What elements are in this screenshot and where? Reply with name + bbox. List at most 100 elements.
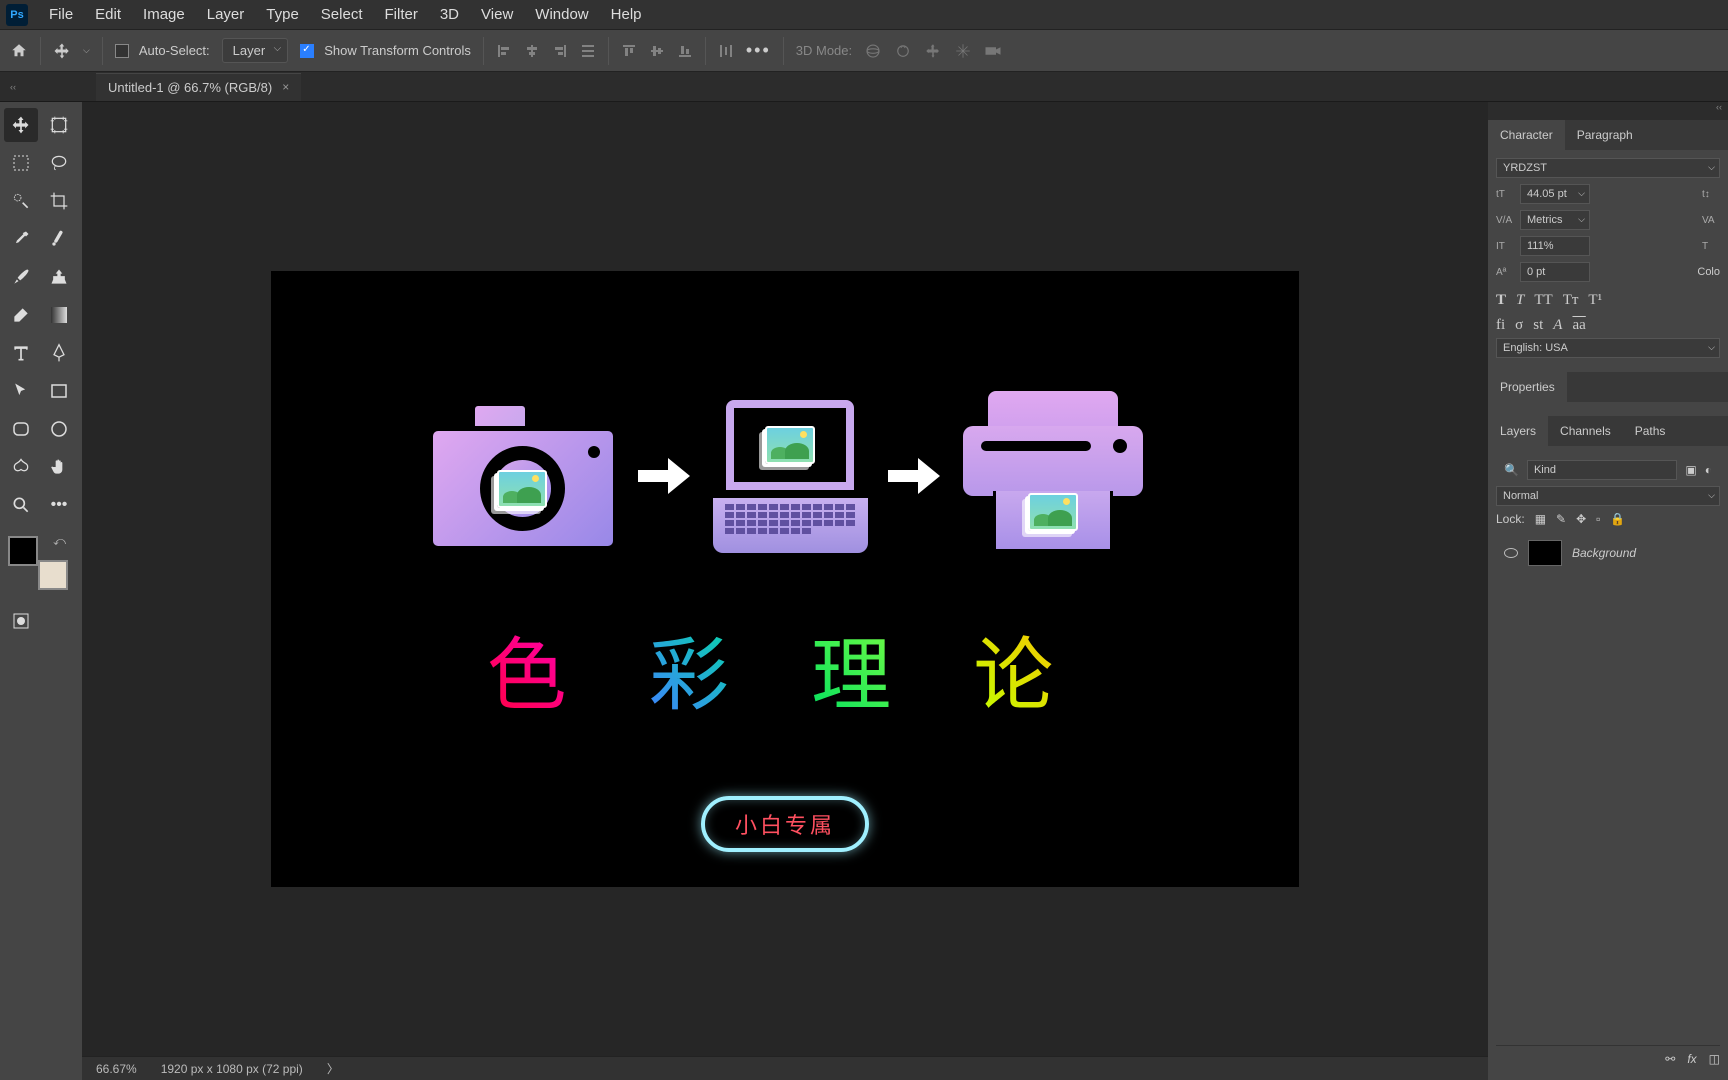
superscript-button[interactable]: T¹ <box>1588 292 1602 309</box>
ligatures-button[interactable]: fi <box>1496 317 1505 334</box>
align-bottom-edges-icon[interactable] <box>677 43 693 59</box>
font-family-select[interactable]: YRDZST <box>1496 158 1720 178</box>
menu-layer[interactable]: Layer <box>196 0 256 29</box>
zoom-level[interactable]: 66.67% <box>96 1062 137 1076</box>
status-chevron-icon[interactable]: 〉 <box>327 1060 339 1077</box>
lock-paint-icon[interactable]: ✎ <box>1556 512 1566 526</box>
color-swatches[interactable]: ⤺ <box>8 536 74 590</box>
menu-3d[interactable]: 3D <box>429 0 470 29</box>
custom-shape-tool[interactable] <box>4 450 38 484</box>
ellipse-tool[interactable] <box>42 412 76 446</box>
language-select[interactable]: English: USA <box>1496 338 1720 358</box>
font-size-input[interactable]: 44.05 pt <box>1520 184 1590 204</box>
swap-colors-icon[interactable]: ⤺ <box>53 534 66 549</box>
auto-select-checkbox[interactable] <box>115 44 129 58</box>
document-tab[interactable]: Untitled-1 @ 66.7% (RGB/8) × <box>96 73 301 101</box>
layer-name[interactable]: Background <box>1572 546 1636 560</box>
layer-fx-icon[interactable]: fx <box>1687 1052 1696 1066</box>
collapse-panels-icon[interactable]: ‹‹ <box>1488 102 1728 120</box>
baseline-input[interactable]: 0 pt <box>1520 262 1590 282</box>
stylistic-button[interactable]: st <box>1533 317 1543 334</box>
blend-mode-select[interactable]: Normal <box>1496 486 1720 506</box>
menu-edit[interactable]: Edit <box>84 0 132 29</box>
path-select-tool[interactable] <box>4 374 38 408</box>
foreground-color[interactable] <box>8 536 38 566</box>
filter-adjust-icon[interactable]: ◐ <box>1705 463 1712 477</box>
distribute-vertical-icon[interactable] <box>718 43 734 59</box>
eyedropper-tool[interactable] <box>4 222 38 256</box>
menu-filter[interactable]: Filter <box>374 0 429 29</box>
quick-mask-tool[interactable] <box>4 604 38 638</box>
chevron-down-icon[interactable]: ⌵ <box>83 45 90 56</box>
rectangle-tool[interactable] <box>42 374 76 408</box>
home-icon[interactable] <box>10 42 28 60</box>
align-horizontal-center-icon[interactable] <box>524 43 540 59</box>
menu-file[interactable]: File <box>38 0 84 29</box>
lock-artboard-icon[interactable]: ▫ <box>1596 512 1600 526</box>
artboard-tool[interactable] <box>42 108 76 142</box>
camera-3d-icon[interactable] <box>984 44 1002 58</box>
gradient-tool[interactable] <box>42 298 76 332</box>
italic-button[interactable]: T <box>1516 292 1524 309</box>
menu-type[interactable]: Type <box>255 0 310 29</box>
canvas[interactable]: 色 彩 理 论 小白专属 <box>271 271 1299 887</box>
lasso-tool[interactable] <box>42 146 76 180</box>
zoom-tool[interactable] <box>4 488 38 522</box>
fractions-button[interactable]: aa <box>1572 317 1585 334</box>
clone-stamp-tool[interactable] <box>42 260 76 294</box>
layer-select[interactable]: Layer <box>222 38 289 63</box>
marquee-tool[interactable] <box>4 146 38 180</box>
filter-search-icon[interactable]: 🔍 <box>1504 463 1519 477</box>
show-transform-checkbox[interactable] <box>300 44 314 58</box>
doc-dimensions[interactable]: 1920 px x 1080 px (72 ppi) <box>161 1062 303 1076</box>
align-right-edges-icon[interactable] <box>552 43 568 59</box>
rounded-rectangle-tool[interactable] <box>4 412 38 446</box>
link-layers-icon[interactable]: ⚯ <box>1665 1052 1675 1066</box>
healing-brush-tool[interactable] <box>42 222 76 256</box>
smallcaps-button[interactable]: Tᴛ <box>1563 292 1579 309</box>
visibility-eye-icon[interactable] <box>1504 548 1518 558</box>
menu-help[interactable]: Help <box>600 0 653 29</box>
kerning-select[interactable]: Metrics <box>1520 210 1590 230</box>
allcaps-button[interactable]: TT <box>1534 292 1552 309</box>
lock-pixels-icon[interactable]: ▦ <box>1535 512 1546 526</box>
menu-select[interactable]: Select <box>310 0 374 29</box>
orbit-3d-icon[interactable] <box>864 42 882 60</box>
tab-paths[interactable]: Paths <box>1623 416 1678 446</box>
brush-tool[interactable] <box>4 260 38 294</box>
layer-row[interactable]: Background <box>1496 532 1720 574</box>
tab-paragraph[interactable]: Paragraph <box>1565 120 1645 150</box>
distribute-icon[interactable] <box>580 43 596 59</box>
layer-filter-select[interactable]: Kind <box>1527 460 1677 480</box>
crop-tool[interactable] <box>42 184 76 218</box>
titling-button[interactable]: A <box>1553 317 1562 334</box>
collapse-chevron-icon[interactable]: ‹‹ <box>10 82 16 92</box>
align-left-edges-icon[interactable] <box>496 43 512 59</box>
tab-layers[interactable]: Layers <box>1488 416 1548 446</box>
lock-position-icon[interactable]: ✥ <box>1576 512 1586 526</box>
tab-properties[interactable]: Properties <box>1488 372 1567 402</box>
tab-character[interactable]: Character <box>1488 120 1565 150</box>
menu-image[interactable]: Image <box>132 0 196 29</box>
move-tool-icon[interactable] <box>53 42 71 60</box>
align-top-edges-icon[interactable] <box>621 43 637 59</box>
close-tab-icon[interactable]: × <box>282 80 289 94</box>
lock-all-icon[interactable]: 🔒 <box>1610 512 1625 526</box>
type-tool[interactable] <box>4 336 38 370</box>
roll-3d-icon[interactable] <box>894 42 912 60</box>
layer-mask-icon[interactable]: ◫ <box>1709 1052 1720 1066</box>
hand-tool[interactable] <box>42 450 76 484</box>
vscale-input[interactable]: 111% <box>1520 236 1590 256</box>
menu-view[interactable]: View <box>470 0 524 29</box>
background-color[interactable] <box>38 560 68 590</box>
move-tool[interactable] <box>4 108 38 142</box>
align-vertical-center-icon[interactable] <box>649 43 665 59</box>
bold-button[interactable]: T <box>1496 292 1506 309</box>
edit-toolbar-icon[interactable]: ••• <box>42 488 76 522</box>
menu-window[interactable]: Window <box>524 0 599 29</box>
eraser-tool[interactable] <box>4 298 38 332</box>
tab-channels[interactable]: Channels <box>1548 416 1623 446</box>
filter-image-icon[interactable]: ▣ <box>1685 463 1696 477</box>
pen-tool[interactable] <box>42 336 76 370</box>
pan-3d-icon[interactable] <box>924 42 942 60</box>
